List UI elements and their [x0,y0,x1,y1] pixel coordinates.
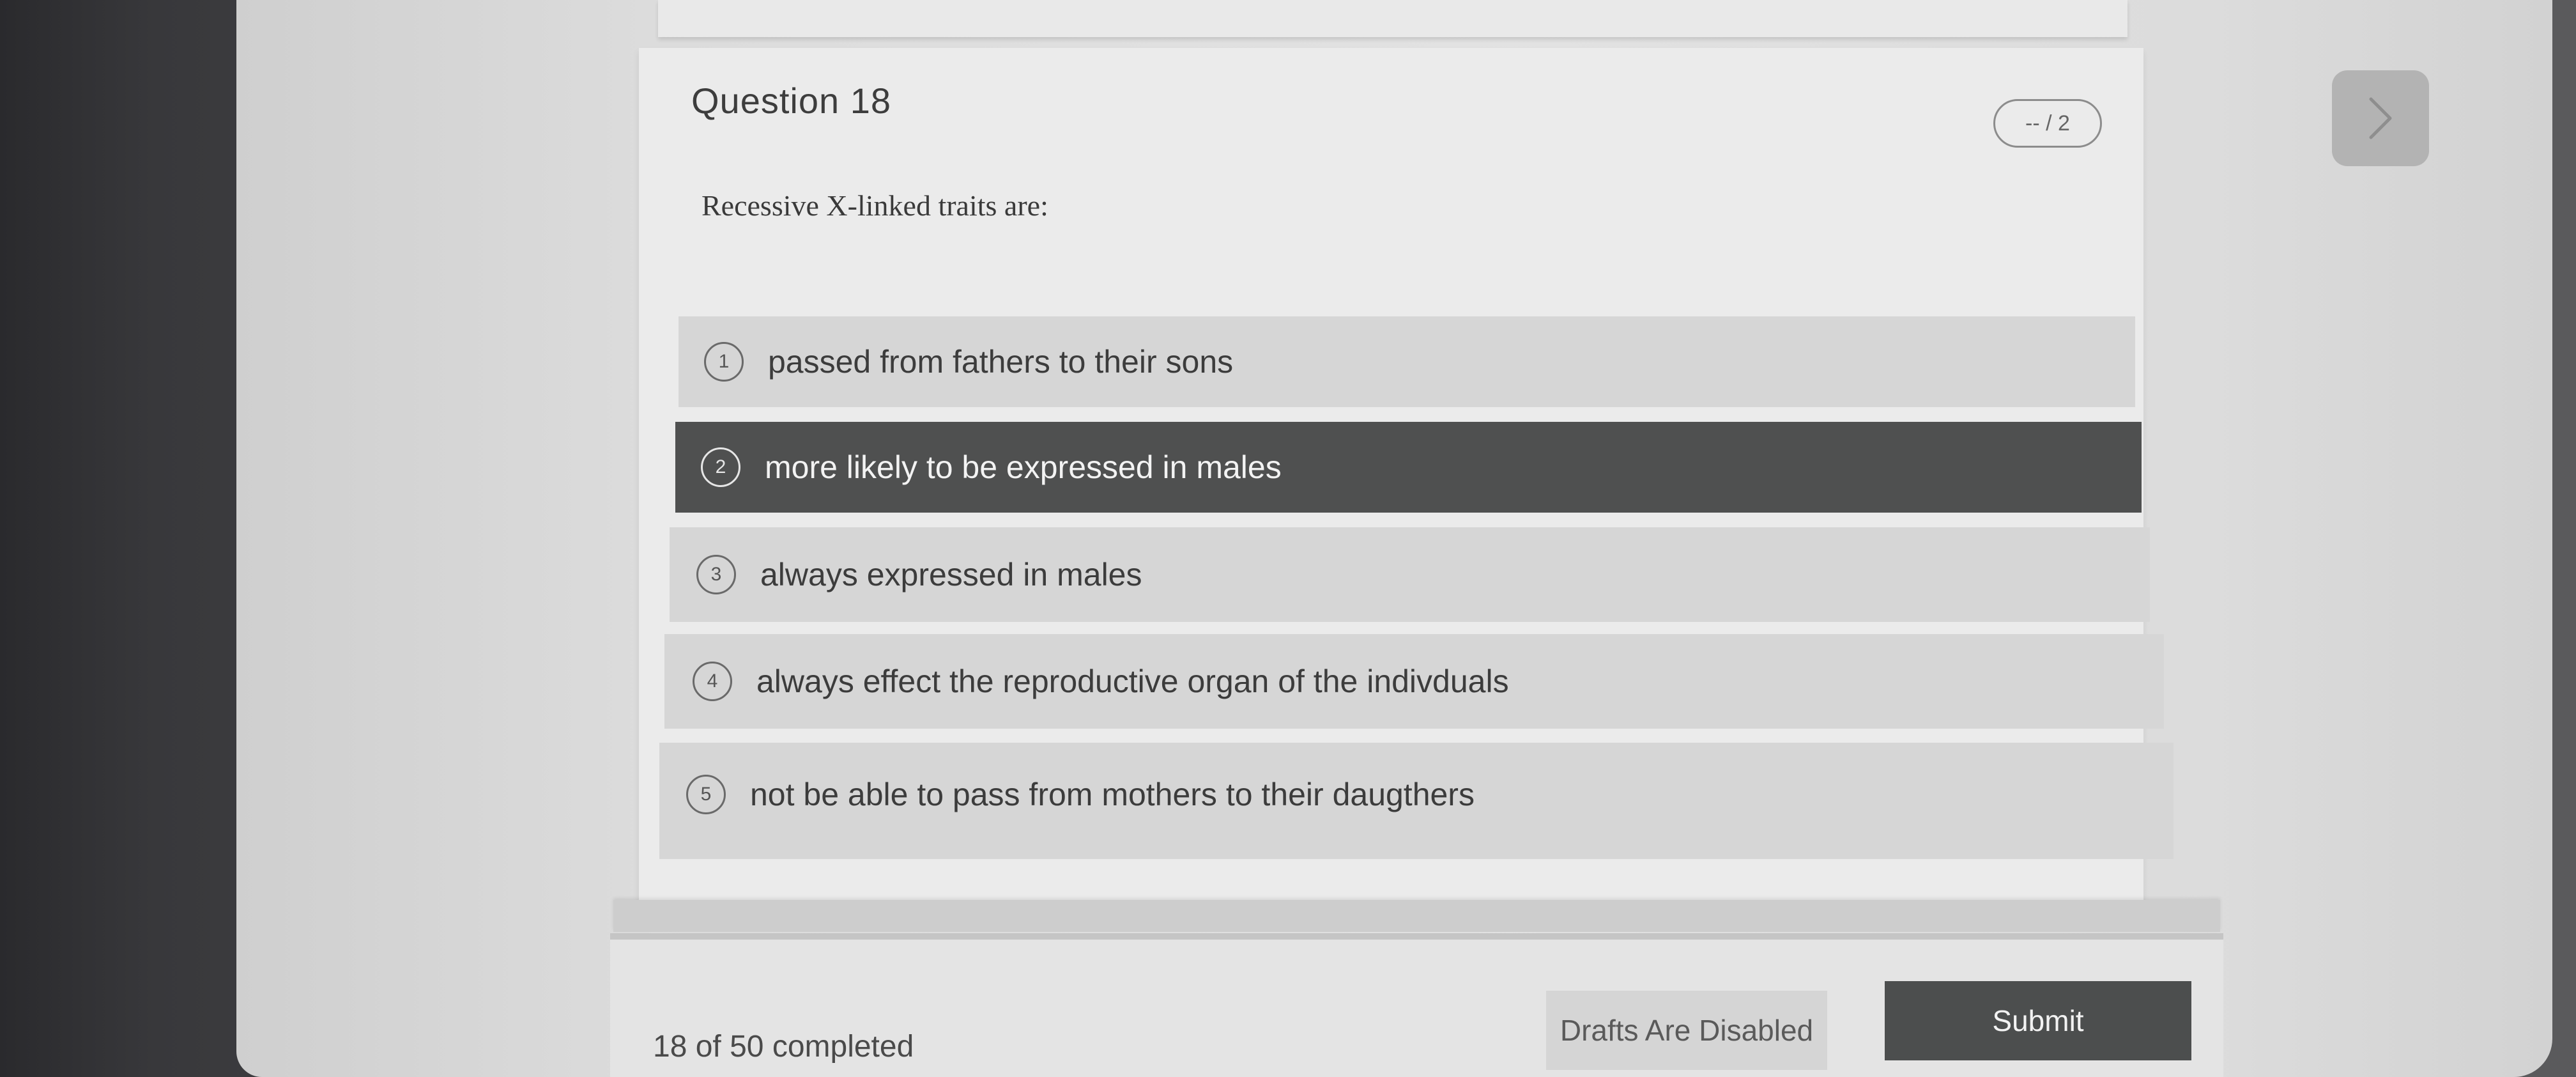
option-label: always effect the reproductive organ of … [756,663,1509,699]
answer-option-4[interactable]: 4 always effect the reproductive organ o… [664,634,2164,729]
option-number-badge: 5 [686,775,726,814]
option-number-badge: 4 [693,662,732,701]
answer-option-3[interactable]: 3 always expressed in males [670,527,2150,622]
question-title: Question 18 [691,81,891,121]
drafts-disabled-button: Drafts Are Disabled [1546,991,1827,1070]
previous-question-card [658,0,2128,37]
option-label: always expressed in males [760,557,1142,593]
option-label: not be able to pass from mothers to thei… [750,777,1475,812]
option-number-badge: 2 [701,447,740,487]
chevron-right-icon [2369,97,2392,139]
question-prompt: Recessive X-linked traits are: [702,189,1048,222]
completion-status: 18 of 50 completed [653,1030,914,1064]
option-label: passed from fathers to their sons [768,344,1234,380]
score-badge: -- / 2 [1993,99,2102,148]
section-divider [613,900,2220,932]
submit-button[interactable]: Submit [1885,981,2191,1060]
answer-option-5[interactable]: 5 not be able to pass from mothers to th… [659,743,2174,859]
answer-option-1[interactable]: 1 passed from fathers to their sons [678,316,2135,407]
option-number-badge: 3 [696,555,736,594]
option-label: more likely to be expressed in males [765,449,1282,485]
footer-divider [610,933,2223,940]
next-question-button[interactable] [2332,70,2429,166]
answer-option-2[interactable]: 2 more likely to be expressed in males [675,422,2142,513]
option-number-badge: 1 [704,342,744,382]
